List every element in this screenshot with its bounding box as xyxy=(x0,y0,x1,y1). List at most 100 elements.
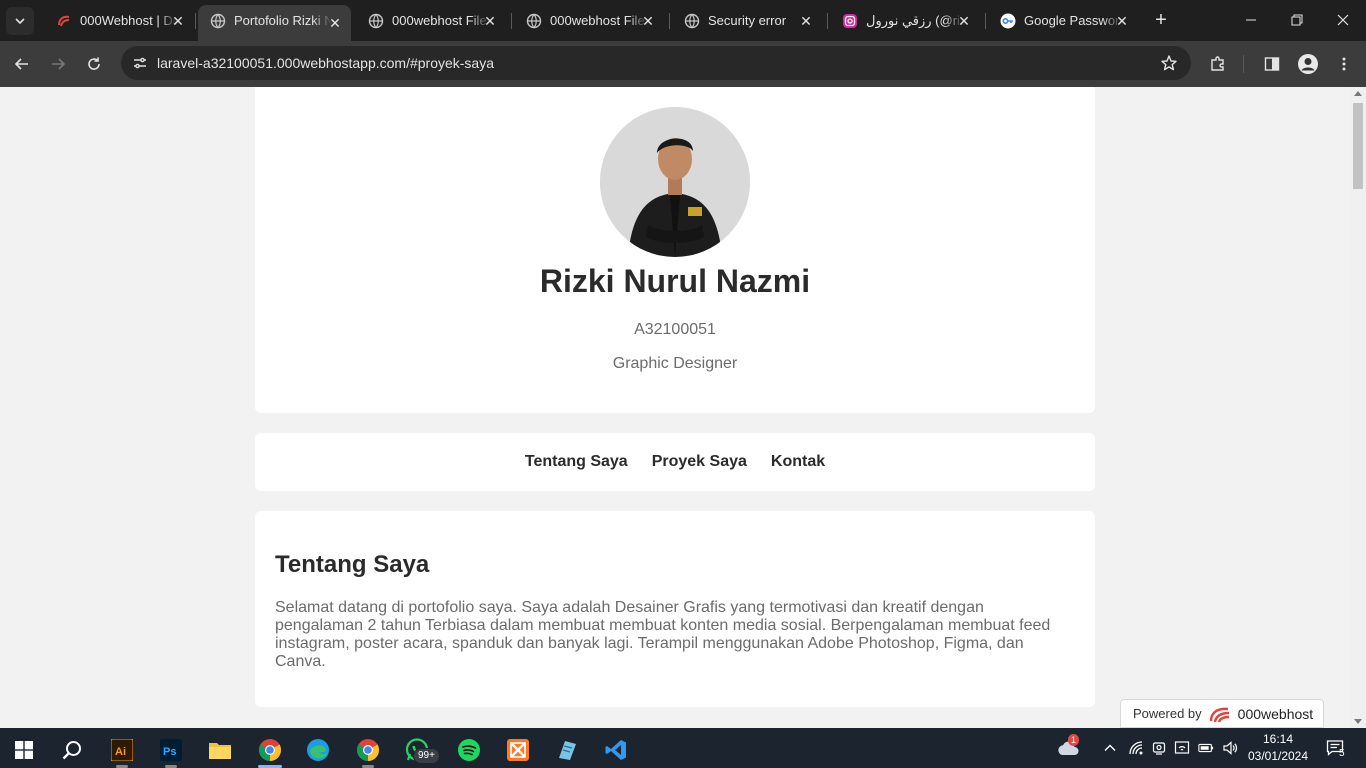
globe-icon xyxy=(526,13,542,29)
scroll-thumb[interactable] xyxy=(1353,103,1363,189)
000webhost-icon xyxy=(56,13,72,29)
forward-button[interactable] xyxy=(43,49,73,79)
more-vert-icon xyxy=(1342,57,1346,71)
vscode-icon xyxy=(605,740,626,760)
taskbar-xampp[interactable] xyxy=(498,732,538,768)
taskbar-illustrator[interactable]: Ai xyxy=(102,732,142,768)
clock-date: 03/01/2024 xyxy=(1247,749,1309,763)
close-icon[interactable]: ✕ xyxy=(327,15,343,31)
address-bar[interactable]: laravel-a32100051.000webhostapp.com/#pro… xyxy=(121,46,1191,80)
about-section: Tentang Saya Selamat datang di portofoli… xyxy=(255,511,1095,707)
webcam-icon[interactable] xyxy=(1151,740,1167,756)
toolbar-separator xyxy=(1243,55,1244,73)
back-button[interactable] xyxy=(7,49,37,79)
tab-portofolio[interactable]: Portofolio Rizki Nurul Nazmi ✕ xyxy=(198,5,351,41)
extensions-button[interactable] xyxy=(1205,51,1231,77)
reload-button[interactable] xyxy=(79,49,109,79)
minimize-button[interactable] xyxy=(1228,0,1274,40)
tab-strip: 000Webhost | Dashboard ✕ Portofolio Rizk… xyxy=(0,0,1366,41)
restore-button[interactable] xyxy=(1274,0,1320,40)
close-icon[interactable]: ✕ xyxy=(1114,13,1130,29)
url-text[interactable]: laravel-a32100051.000webhostapp.com/#pro… xyxy=(157,55,494,71)
close-icon xyxy=(1337,14,1349,26)
page-scrollbar[interactable] xyxy=(1350,87,1366,728)
taskbar-edge[interactable] xyxy=(298,732,338,768)
chevron-down-icon xyxy=(15,18,25,25)
taskbar-chrome-profile[interactable] xyxy=(348,732,388,768)
svg-text:Ps: Ps xyxy=(163,746,176,758)
tab-title: 000Webhost | Dashboard xyxy=(80,13,178,28)
taskbar-chrome[interactable] xyxy=(250,732,290,768)
tab-instagram[interactable]: رزقي نورول (@rizkinurulnazmi ✕ xyxy=(830,5,980,36)
weather-icon[interactable]: 1 xyxy=(1056,734,1080,758)
tab-search-button[interactable] xyxy=(6,7,34,35)
page-viewport: Rizki Nurul Nazmi A32100051 Graphic Desi… xyxy=(0,87,1350,728)
profile-role: Graphic Designer xyxy=(612,355,738,372)
close-icon[interactable]: ✕ xyxy=(170,13,186,29)
restore-icon xyxy=(1291,14,1303,26)
notepad-icon xyxy=(559,741,576,760)
taskbar-file-explorer[interactable] xyxy=(200,732,240,768)
tab-file-manager-1[interactable]: 000webhost File Manager ✕ xyxy=(356,5,506,36)
network-icon[interactable] xyxy=(1128,740,1144,756)
powered-by-badge[interactable]: Powered by 000webhost xyxy=(1120,699,1324,728)
tab-title: Portofolio Rizki Nurul Nazmi xyxy=(234,13,332,28)
menu-button[interactable] xyxy=(1331,51,1357,77)
taskbar-spotify[interactable] xyxy=(449,732,489,768)
site-info-icon[interactable] xyxy=(129,52,151,74)
tab-title: Security error xyxy=(708,13,787,28)
taskbar-notepad[interactable] xyxy=(547,732,587,768)
tab-title: 000webhost File Manager xyxy=(550,13,648,28)
clock-time: 16:14 xyxy=(1262,732,1294,746)
close-icon[interactable]: ✕ xyxy=(640,13,656,29)
tab-title: Google Password Manager xyxy=(1024,13,1122,28)
nav-link-kontak[interactable]: Kontak xyxy=(771,453,825,471)
bookmark-star-icon[interactable] xyxy=(1159,53,1179,73)
taskbar-whatsapp[interactable]: 99+ xyxy=(397,732,440,768)
reload-icon xyxy=(88,57,100,70)
chrome-icon xyxy=(357,739,379,761)
whatsapp-badge: 99+ xyxy=(413,748,440,764)
minimize-icon xyxy=(1246,19,1256,21)
notification-center-button[interactable]: 5 xyxy=(1325,738,1345,759)
tab-000webhost-dashboard[interactable]: 000Webhost | Dashboard ✕ xyxy=(44,5,194,36)
start-button[interactable] xyxy=(4,732,44,768)
edge-icon xyxy=(307,739,329,761)
taskbar-search-button[interactable] xyxy=(52,732,92,768)
000webhost-logo-icon xyxy=(1209,707,1229,722)
powered-brand: 000webhost xyxy=(1237,705,1314,722)
scroll-up-arrow-icon[interactable] xyxy=(1354,91,1362,96)
tab-google-password-manager[interactable]: Google Password Manager ✕ xyxy=(988,5,1138,36)
arrow-right-icon xyxy=(52,58,66,70)
close-icon[interactable]: ✕ xyxy=(798,13,814,29)
chevron-up-icon[interactable] xyxy=(1102,740,1118,756)
battery-icon[interactable] xyxy=(1198,740,1214,756)
close-icon[interactable]: ✕ xyxy=(482,13,498,29)
taskbar-vscode[interactable] xyxy=(596,732,636,768)
xampp-icon xyxy=(507,739,529,761)
taskbar-photoshop[interactable]: Ps xyxy=(151,732,191,768)
scroll-down-arrow-icon[interactable] xyxy=(1354,719,1362,724)
close-icon[interactable]: ✕ xyxy=(956,13,972,29)
weather-badge: 1 xyxy=(1068,734,1080,746)
profile-avatar[interactable] xyxy=(1295,51,1321,77)
tab-security-error[interactable]: Security error ✕ xyxy=(672,5,822,36)
window-close-button[interactable] xyxy=(1320,0,1366,40)
avatar-icon xyxy=(1298,54,1318,74)
search-icon xyxy=(62,741,81,760)
side-panel-button[interactable] xyxy=(1259,51,1285,77)
clock[interactable]: 16:14 03/01/2024 xyxy=(1242,731,1314,765)
nav-link-tentang-saya[interactable]: Tentang Saya xyxy=(525,453,628,471)
nav-link-proyek-saya[interactable]: Proyek Saya xyxy=(652,453,747,471)
new-tab-button[interactable]: + xyxy=(1150,9,1172,31)
volume-icon[interactable] xyxy=(1222,740,1238,756)
about-heading: Tentang Saya xyxy=(275,551,430,578)
puzzle-icon xyxy=(1211,56,1224,71)
wifi-icon[interactable] xyxy=(1174,740,1190,756)
tab-file-manager-2[interactable]: 000webhost File Manager ✕ xyxy=(514,5,664,36)
globe-icon xyxy=(684,13,700,29)
tab-separator xyxy=(827,13,828,29)
folder-icon xyxy=(209,743,231,759)
tab-separator xyxy=(195,13,196,29)
tab-title: 000webhost File Manager xyxy=(392,13,490,28)
